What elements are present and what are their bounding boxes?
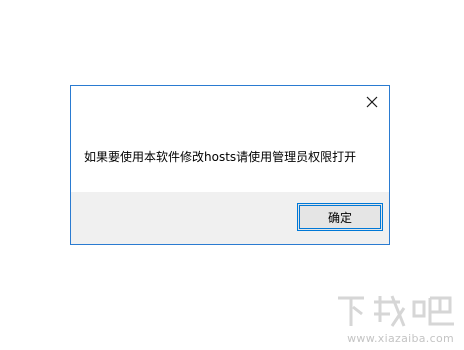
- message-dialog: 如果要使用本软件修改hosts请使用管理员权限打开 确定: [70, 85, 390, 245]
- dialog-message: 如果要使用本软件修改hosts请使用管理员权限打开: [84, 150, 357, 164]
- dialog-footer: 确定: [71, 192, 389, 244]
- watermark: www.xiazaiba.com: [330, 292, 460, 348]
- close-button[interactable]: [359, 89, 385, 115]
- watermark-url: www.xiazaiba.com: [347, 332, 454, 345]
- close-icon: [366, 96, 378, 108]
- ok-button[interactable]: 确定: [297, 203, 383, 231]
- watermark-logo: [338, 295, 454, 327]
